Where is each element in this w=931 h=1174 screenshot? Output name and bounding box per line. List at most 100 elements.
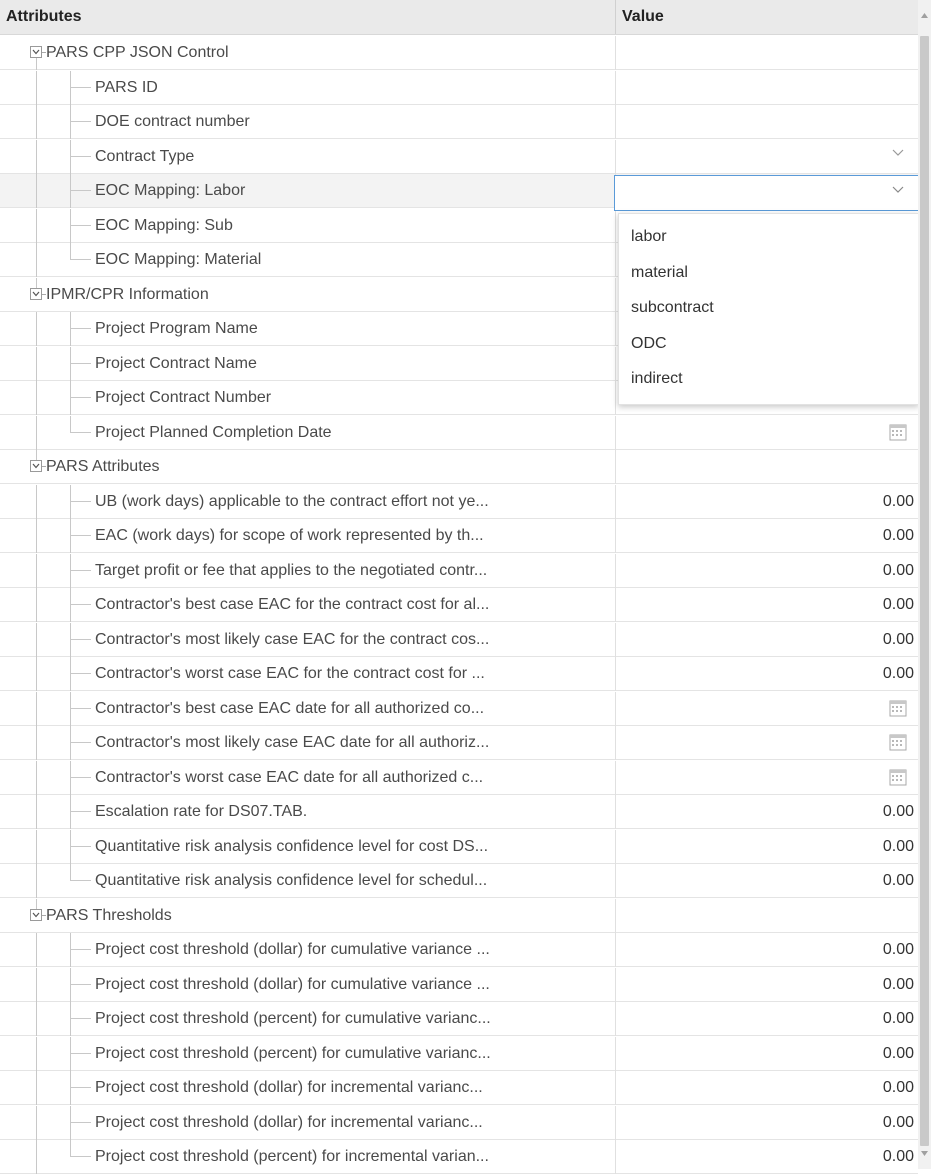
attribute-row[interactable]: DOE contract number [0,105,918,139]
value-column-header[interactable]: Value [622,8,664,26]
attribute-row[interactable]: Contractor's most likely case EAC date f… [0,726,918,760]
vertical-scrollbar[interactable] [918,0,931,1169]
tree-guide-line [70,312,71,346]
dropdown-option[interactable]: ODC [631,335,667,353]
attribute-value[interactable]: 0.00 [883,1010,914,1028]
tree-guide-line [70,484,71,519]
calendar-icon[interactable] [889,733,907,751]
column-divider [615,829,616,864]
collapse-toggle-icon[interactable] [30,46,42,58]
attribute-value[interactable]: 0.00 [883,976,914,994]
attribute-value[interactable]: 0.00 [883,631,914,649]
group-row[interactable]: PARS Attributes [0,450,918,484]
attribute-row[interactable]: Contract Type [0,139,918,174]
column-divider [615,657,616,691]
attribute-row[interactable]: Contractor's best case EAC for the contr… [0,588,918,622]
attribute-row[interactable]: Project cost threshold (dollar) for incr… [0,1071,918,1105]
attribute-value[interactable]: 0.00 [883,803,914,821]
scroll-up-icon[interactable] [921,13,928,18]
tree-guide-line [36,657,37,691]
scroll-down-icon[interactable] [921,1151,928,1156]
attribute-label: UB (work days) applicable to the contrac… [95,492,489,510]
collapse-toggle-icon[interactable] [30,460,42,472]
tree-guide-line [36,1036,37,1071]
attribute-value[interactable]: 0.00 [883,1045,914,1063]
attribute-label: Contractor's best case EAC for the contr… [95,596,490,613]
tree-connector-line [71,397,91,398]
tree-guide-line [70,967,71,1002]
attribute-row[interactable]: Contractor's worst case EAC for the cont… [0,657,918,691]
calendar-icon[interactable] [889,699,907,717]
tree-guide-line [36,588,37,622]
attribute-label: Project cost threshold (dollar) for incr… [95,1079,483,1096]
tree-connector-line [71,535,91,536]
collapse-toggle-icon[interactable] [30,908,42,921]
attribute-row[interactable]: Quantitative risk analysis confidence le… [0,829,918,864]
tree-guide-line [36,760,37,795]
tree-guide-line [36,1002,37,1036]
tree-guide-line [70,1105,71,1140]
attribute-label: Target profit or fee that applies to the… [95,561,488,579]
attribute-value[interactable]: 0.00 [883,1114,914,1132]
attribute-value[interactable]: 0.00 [883,1079,914,1097]
attribute-row[interactable]: Project cost threshold (percent) for cum… [0,1002,918,1036]
attribute-value[interactable]: 0.00 [883,665,914,683]
attribute-label: Project Contract Number [95,389,272,406]
tree-guide-line [36,208,37,243]
attribute-row[interactable]: EAC (work days) for scope of work repres… [0,519,918,553]
attribute-row[interactable]: Project Planned Completion Date [0,415,918,450]
dropdown-option[interactable]: subcontract [631,299,714,317]
attribute-row[interactable]: Project cost threshold (dollar) for incr… [0,1105,918,1140]
tree-guide-line [36,829,37,864]
tree-connector-line [71,604,91,605]
calendar-icon[interactable] [889,768,907,786]
calendar-icon[interactable] [889,423,907,441]
attribute-value[interactable]: 0.00 [883,562,914,580]
attribute-row[interactable]: Target profit or fee that applies to the… [0,553,918,588]
attribute-value[interactable]: 0.00 [883,493,914,511]
attribute-label: Escalation rate for DS07.TAB. [95,803,308,820]
attribute-value[interactable]: 0.00 [883,872,914,890]
attribute-label: Project Planned Completion Date [95,423,332,441]
attribute-value[interactable]: 0.00 [883,527,914,545]
eoc-labor-combobox[interactable] [614,175,920,211]
tree-guide-line [36,70,37,105]
group-row[interactable]: PARS CPP JSON Control [0,36,918,70]
scrollbar-thumb[interactable] [920,36,929,1146]
group-row[interactable]: PARS Thresholds [0,898,918,933]
tree-connector-line [71,1052,91,1054]
attribute-row[interactable]: Contractor's worst case EAC date for all… [0,760,918,795]
tree-guide-line [70,139,71,174]
tree-guide-line [70,105,71,139]
attribute-label: PARS ID [95,78,158,96]
tree-connector-line [71,1121,91,1123]
tree-guide-line [70,588,71,622]
tree-connector-line [71,776,91,778]
tree-connector-line [71,259,91,260]
attribute-row[interactable]: Escalation rate for DS07.TAB. 0.00 [0,795,918,829]
attribute-row[interactable]: UB (work days) applicable to the contrac… [0,484,918,519]
attribute-row[interactable]: Project cost threshold (percent) for cum… [0,1036,918,1071]
dropdown-option[interactable]: indirect [631,370,683,388]
attribute-value[interactable]: 0.00 [883,596,914,614]
attribute-row[interactable]: Project cost threshold (dollar) for cumu… [0,967,918,1002]
tree-guide-line [36,795,37,829]
attribute-row[interactable]: PARS ID [0,70,918,105]
chevron-down-icon[interactable] [892,186,904,194]
dropdown-option[interactable]: labor [631,228,667,246]
attribute-value[interactable]: 0.00 [883,838,914,856]
collapse-toggle-icon[interactable] [30,287,42,300]
attributes-column-header[interactable]: Attributes [6,8,82,26]
dropdown-option[interactable]: material [631,264,688,282]
attribute-row[interactable]: Project cost threshold (dollar) for cumu… [0,933,918,967]
attribute-value[interactable]: 0.00 [883,1148,914,1166]
tree-guide-line [36,243,37,277]
chevron-down-icon[interactable] [892,149,904,157]
attribute-row[interactable]: Quantitative risk analysis confidence le… [0,864,918,898]
column-divider[interactable] [615,0,616,34]
attribute-row[interactable]: Contractor's best case EAC date for all … [0,691,918,726]
attribute-row[interactable]: Contractor's most likely case EAC for th… [0,622,918,657]
attribute-value[interactable]: 0.00 [883,941,914,959]
column-divider [615,243,616,277]
tree-guide-line [36,691,37,726]
